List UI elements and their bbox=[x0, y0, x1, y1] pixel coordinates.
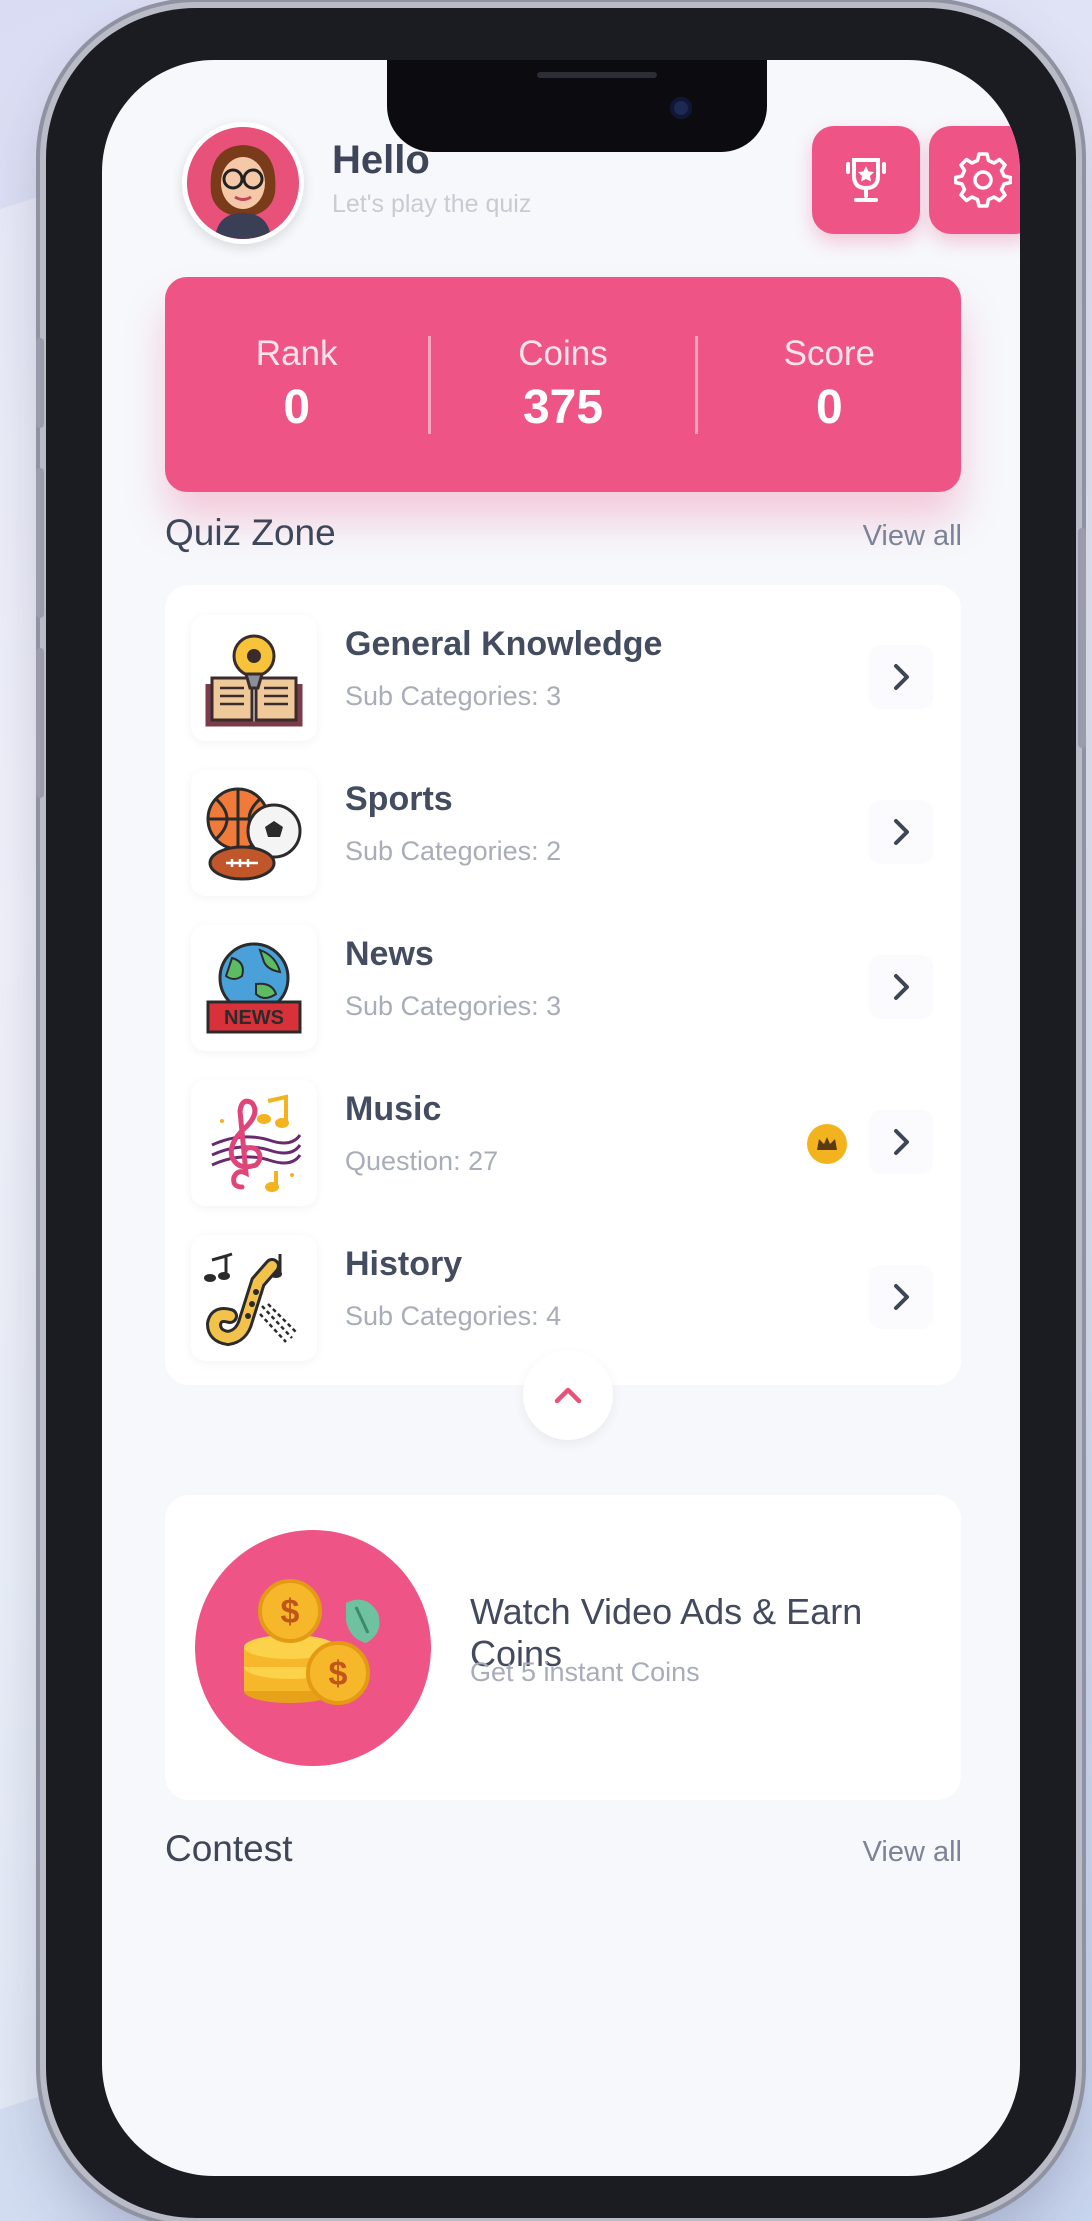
category-title: Music bbox=[345, 1090, 442, 1128]
stat-rank: Rank 0 bbox=[165, 277, 428, 492]
volume-down-button bbox=[36, 648, 44, 798]
ad-subtitle: Get 5 instant Coins bbox=[470, 1657, 700, 1687]
front-camera bbox=[670, 97, 692, 119]
saxophone-icon bbox=[191, 1235, 317, 1361]
trophy-icon bbox=[846, 158, 886, 202]
premium-crown-icon bbox=[807, 1124, 847, 1164]
stat-label: Rank bbox=[255, 334, 338, 373]
stat-label: Score bbox=[783, 334, 876, 373]
settings-button[interactable] bbox=[929, 126, 1020, 234]
globe-news-icon: NEWS bbox=[191, 925, 317, 1051]
stat-coins: Coins 375 bbox=[431, 277, 694, 492]
chevron-right-icon[interactable] bbox=[869, 800, 933, 864]
stat-score: Score 0 bbox=[698, 277, 961, 492]
quiz-zone-view-all-link[interactable]: View all bbox=[863, 520, 962, 553]
category-subtitle: Sub Categories: 3 bbox=[345, 681, 562, 711]
stat-value: 0 bbox=[283, 381, 311, 434]
list-item-news[interactable]: NEWS News Sub Categories: 3 bbox=[165, 915, 961, 1065]
stat-label: Coins bbox=[518, 334, 608, 373]
list-item-music[interactable]: Music Question: 27 bbox=[165, 1070, 961, 1220]
collapse-button[interactable] bbox=[523, 1350, 613, 1440]
music-notes-icon bbox=[191, 1080, 317, 1206]
volume-up-button bbox=[36, 468, 44, 618]
contest-view-all-link[interactable]: View all bbox=[863, 1836, 962, 1869]
book-bulb-icon bbox=[191, 615, 317, 741]
avatar[interactable] bbox=[182, 122, 304, 244]
speaker bbox=[537, 72, 657, 78]
chevron-right-icon[interactable] bbox=[869, 645, 933, 709]
watch-ads-card[interactable]: $ $ Watch Video Ads & Earn Coins Get 5 i… bbox=[165, 1495, 961, 1800]
stat-value: 0 bbox=[815, 381, 843, 434]
category-subtitle: Sub Categories: 2 bbox=[345, 836, 562, 866]
chevron-right-icon[interactable] bbox=[869, 1110, 933, 1174]
list-item-general-knowledge[interactable]: General Knowledge Sub Categories: 3 bbox=[165, 605, 961, 755]
list-item-sports[interactable]: Sports Sub Categories: 2 bbox=[165, 760, 961, 910]
contest-title: Contest bbox=[165, 1828, 293, 1869]
coins-icon: $ $ bbox=[195, 1530, 431, 1766]
chevron-up-icon bbox=[554, 1387, 582, 1404]
stat-value: 375 bbox=[522, 381, 604, 434]
chevron-right-icon[interactable] bbox=[869, 955, 933, 1019]
profile-avatar-icon bbox=[187, 127, 299, 239]
category-title: Sports bbox=[345, 780, 453, 818]
category-title: News bbox=[345, 935, 434, 973]
quiz-zone-title: Quiz Zone bbox=[165, 512, 336, 553]
gear-icon bbox=[954, 152, 1012, 208]
category-subtitle: Sub Categories: 3 bbox=[345, 991, 562, 1021]
svg-text:$: $ bbox=[281, 1593, 300, 1631]
phone-frame: Hello Let's play the quiz Rank 0 Coins 3… bbox=[36, 8, 1086, 2218]
leaderboard-button[interactable] bbox=[812, 126, 920, 234]
chevron-right-icon[interactable] bbox=[869, 1265, 933, 1329]
quiz-category-list: General Knowledge Sub Categories: 3 Spor… bbox=[165, 585, 961, 1385]
category-title: History bbox=[345, 1245, 463, 1283]
notch bbox=[387, 60, 767, 152]
mute-switch bbox=[36, 338, 44, 428]
category-title: General Knowledge bbox=[345, 625, 663, 663]
greeting-subtitle: Let's play the quiz bbox=[332, 190, 532, 218]
category-subtitle: Sub Categories: 4 bbox=[345, 1301, 562, 1331]
power-button bbox=[1078, 528, 1086, 748]
news-icon-text: NEWS bbox=[224, 1007, 284, 1029]
svg-text:$: $ bbox=[329, 1655, 348, 1693]
sports-balls-icon bbox=[191, 770, 317, 896]
category-subtitle: Question: 27 bbox=[345, 1146, 499, 1176]
app-screen: Hello Let's play the quiz Rank 0 Coins 3… bbox=[102, 60, 1020, 2176]
stats-card: Rank 0 Coins 375 Score 0 bbox=[165, 277, 961, 492]
